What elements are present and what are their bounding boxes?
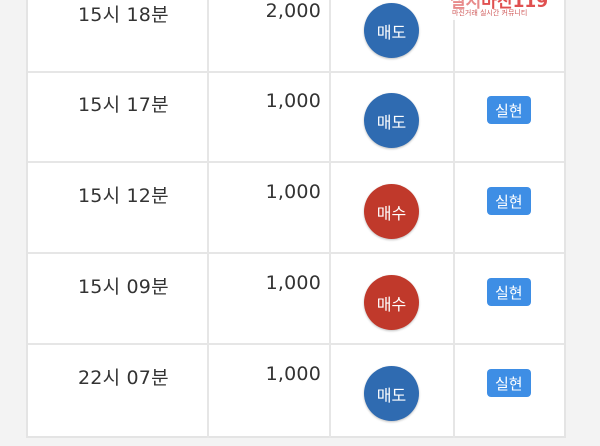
buy-button[interactable]: 매수 bbox=[364, 275, 419, 330]
status-cell: 실현 bbox=[455, 254, 564, 343]
side-cell: 매수 bbox=[331, 254, 455, 343]
quantity-cell: 1,000 bbox=[209, 72, 331, 161]
side-cell: 매수 bbox=[331, 163, 455, 252]
site-logo-watermark: 실시마진119 마진거래 실시간 커뮤니티 bbox=[444, 0, 556, 20]
realized-badge[interactable]: 실현 bbox=[487, 96, 531, 124]
realized-badge[interactable]: 실현 bbox=[487, 187, 531, 215]
status-cell: 실현 bbox=[455, 72, 564, 161]
time-cell: 22시 07분 bbox=[28, 345, 209, 438]
trade-quantity: 1,000 bbox=[265, 363, 321, 385]
realized-badge[interactable]: 실현 bbox=[487, 278, 531, 306]
sell-button[interactable]: 매도 bbox=[364, 3, 419, 58]
quantity-cell: 1,000 bbox=[209, 163, 331, 252]
table-row: 22시 07분 1,000 매도 실현 bbox=[28, 345, 564, 438]
realized-badge[interactable]: 실현 bbox=[487, 369, 531, 397]
trade-history-table: 15시 18분 2,000 매도 실시마진119 마진거래 실시간 커뮤니티 1… bbox=[26, 0, 566, 438]
status-cell: 실현 bbox=[455, 163, 564, 252]
sell-button[interactable]: 매도 bbox=[364, 93, 419, 148]
trade-quantity: 2,000 bbox=[265, 0, 321, 22]
watermark-subtitle: 마진거래 실시간 커뮤니티 bbox=[452, 9, 528, 17]
sell-button[interactable]: 매도 bbox=[364, 366, 419, 421]
page: 15시 18분 2,000 매도 실시마진119 마진거래 실시간 커뮤니티 1… bbox=[0, 0, 600, 446]
status-cell: 실현 bbox=[455, 345, 564, 438]
table-row: 15시 09분 1,000 매수 실현 bbox=[28, 254, 564, 345]
quantity-cell: 1,000 bbox=[209, 254, 331, 343]
quantity-cell: 2,000 bbox=[209, 0, 331, 71]
trade-time: 22시 07분 bbox=[78, 367, 169, 389]
table-row: 15시 17분 1,000 매도 실현 bbox=[28, 72, 564, 163]
trade-time: 15시 18분 bbox=[78, 4, 169, 26]
trade-quantity: 1,000 bbox=[265, 272, 321, 294]
side-cell: 매도 bbox=[331, 0, 455, 71]
status-cell: 실시마진119 마진거래 실시간 커뮤니티 bbox=[444, 0, 564, 71]
time-cell: 15시 12분 bbox=[28, 163, 209, 252]
trade-quantity: 1,000 bbox=[265, 181, 321, 203]
trade-time: 15시 09분 bbox=[78, 276, 169, 298]
side-cell: 매도 bbox=[331, 72, 455, 161]
trade-time: 15시 12분 bbox=[78, 185, 169, 207]
time-cell: 15시 17분 bbox=[28, 72, 209, 161]
trade-time: 15시 17분 bbox=[78, 94, 169, 116]
side-cell: 매도 bbox=[331, 345, 455, 438]
time-cell: 15시 18분 bbox=[28, 0, 209, 71]
buy-button[interactable]: 매수 bbox=[364, 184, 419, 239]
trade-quantity: 1,000 bbox=[265, 90, 321, 112]
table-row: 15시 12분 1,000 매수 실현 bbox=[28, 163, 564, 254]
time-cell: 15시 09분 bbox=[28, 254, 209, 343]
table-row: 15시 18분 2,000 매도 실시마진119 마진거래 실시간 커뮤니티 bbox=[28, 0, 564, 73]
quantity-cell: 1,000 bbox=[209, 345, 331, 438]
